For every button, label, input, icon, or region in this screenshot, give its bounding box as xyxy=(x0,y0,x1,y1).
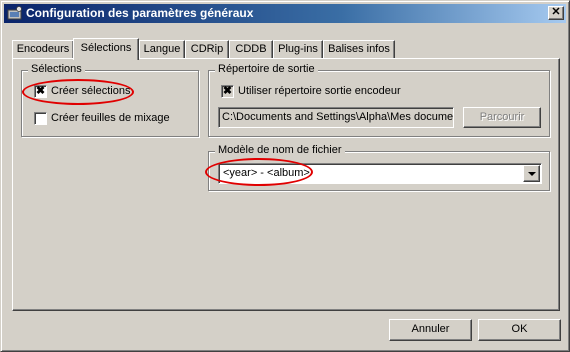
chevron-down-icon xyxy=(528,172,536,176)
filename-pattern-value: <year> - <album> xyxy=(223,167,310,179)
output-directory-legend: Répertoire de sortie xyxy=(215,63,318,75)
tab-cddb[interactable]: CDDB xyxy=(229,40,273,59)
browse-button[interactable]: Parcourir xyxy=(463,107,541,128)
tab-selections[interactable]: Sélections xyxy=(73,38,139,60)
app-icon xyxy=(7,6,22,20)
create-mix-sheets-option[interactable]: Créer feuilles de mixage xyxy=(34,111,174,127)
dialog-window: Configuration des paramètres généraux ✕ … xyxy=(0,0,570,352)
dropdown-button[interactable] xyxy=(523,165,540,182)
tab-langue[interactable]: Langue xyxy=(139,40,185,59)
use-encoder-dir-option[interactable]: ✖ Utiliser répertoire sortie encodeur xyxy=(221,84,411,100)
create-mix-sheets-checkbox[interactable] xyxy=(34,112,47,125)
tab-cdrip[interactable]: CDRip xyxy=(185,40,229,59)
selections-group-legend: Sélections xyxy=(28,63,85,75)
ok-button[interactable]: OK xyxy=(478,319,561,341)
use-encoder-dir-label: Utiliser répertoire sortie encodeur xyxy=(238,85,401,97)
create-selections-checkbox[interactable]: ✖ xyxy=(34,85,47,98)
create-mix-sheets-label: Créer feuilles de mixage xyxy=(51,112,170,124)
close-icon: ✕ xyxy=(551,6,561,18)
tab-encodeurs[interactable]: Encodeurs xyxy=(12,40,74,59)
selections-group: Sélections ✖ Créer sélections Créer feui… xyxy=(21,63,199,137)
window-title: Configuration des paramètres généraux xyxy=(26,6,254,20)
cancel-button[interactable]: Annuler xyxy=(389,319,472,341)
create-selections-label: Créer sélections xyxy=(51,85,131,97)
close-button[interactable]: ✕ xyxy=(548,6,564,20)
use-encoder-dir-checkbox[interactable]: ✖ xyxy=(221,85,234,98)
title-bar[interactable]: Configuration des paramètres généraux ✕ xyxy=(4,4,566,23)
filename-template-group: Modèle de nom de fichier <year> - <album… xyxy=(208,144,550,191)
tab-balises-infos[interactable]: Balises infos xyxy=(323,40,395,59)
filename-template-legend: Modèle de nom de fichier xyxy=(215,144,345,156)
output-path-field[interactable]: C:\Documents and Settings\Alpha\Mes docu… xyxy=(218,107,454,128)
create-selections-option[interactable]: ✖ Créer sélections xyxy=(34,84,144,100)
tab-plugins[interactable]: Plug-ins xyxy=(273,40,323,59)
output-directory-group: Répertoire de sortie ✖ Utiliser répertoi… xyxy=(208,63,550,137)
filename-pattern-combo[interactable]: <year> - <album> xyxy=(218,163,542,184)
tab-panel-selections: Sélections ✖ Créer sélections Créer feui… xyxy=(12,58,560,311)
